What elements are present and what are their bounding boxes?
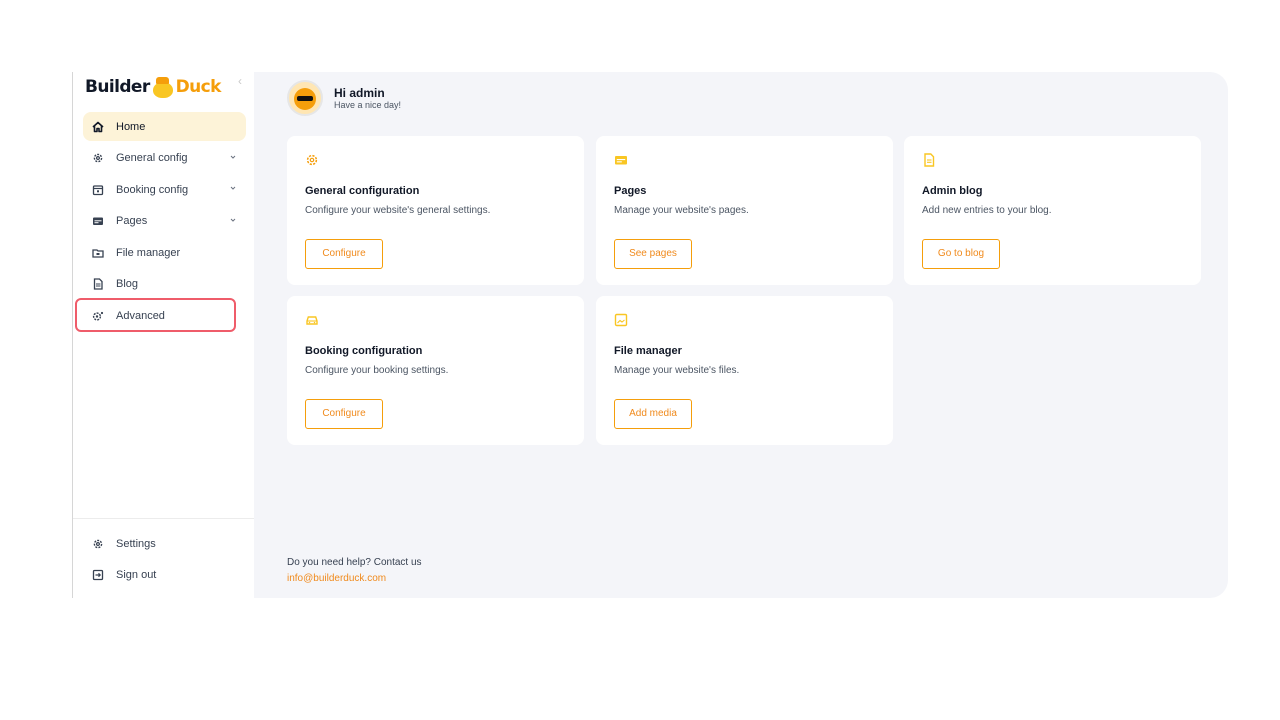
card-pages: Pages Manage your website's pages. See p… xyxy=(596,136,893,285)
sidebar-nav: Home General config Booking config Pages… xyxy=(83,112,246,333)
sidebar: Builder Duck ‹ Home General config Booki… xyxy=(72,72,255,598)
chevron-down-icon[interactable] xyxy=(228,152,238,162)
card-title: File manager xyxy=(614,345,682,357)
image-icon xyxy=(614,313,628,327)
card-booking-configuration: Booking configuration Configure your boo… xyxy=(287,296,584,445)
sign-out-icon xyxy=(91,568,105,582)
sidebar-item-blog[interactable]: Blog xyxy=(83,270,246,299)
avatar[interactable] xyxy=(287,80,323,116)
main-content: Hi admin Have a nice day! General config… xyxy=(254,72,1228,598)
card-description: Manage your website's files. xyxy=(614,365,740,376)
collapse-sidebar-icon[interactable]: ‹ xyxy=(233,74,247,88)
gear-icon xyxy=(91,151,105,165)
card-description: Add new entries to your blog. xyxy=(922,205,1052,216)
chevron-down-icon[interactable] xyxy=(228,183,238,193)
gear-icon xyxy=(306,154,318,166)
sidebar-item-pages[interactable]: Pages xyxy=(83,207,246,236)
configure-button[interactable]: Configure xyxy=(305,239,383,269)
sidebar-item-label: General config xyxy=(116,152,188,164)
advanced-gear-icon xyxy=(91,309,105,323)
sidebar-item-settings[interactable]: Settings xyxy=(83,529,246,558)
card-description: Configure your website's general setting… xyxy=(305,205,491,216)
duck-logo-icon xyxy=(151,76,175,98)
document-icon xyxy=(91,277,105,291)
sidebar-item-home[interactable]: Home xyxy=(83,112,246,141)
card-title: Admin blog xyxy=(922,185,983,197)
go-to-blog-button[interactable]: Go to blog xyxy=(922,239,1000,269)
brand-name-part2: Duck xyxy=(175,77,222,97)
help-text: Do you need help? Contact us xyxy=(287,557,422,568)
brand-logo[interactable]: Builder Duck xyxy=(85,72,221,102)
car-icon xyxy=(306,316,318,325)
card-description: Manage your website's pages. xyxy=(614,205,749,216)
card-file-manager: File manager Manage your website's files… xyxy=(596,296,893,445)
pages-icon xyxy=(91,214,105,228)
sidebar-item-label: File manager xyxy=(116,246,181,259)
card-general-configuration: General configuration Configure your web… xyxy=(287,136,584,285)
sidebar-divider xyxy=(73,518,255,519)
sidebar-item-label: Settings xyxy=(116,537,156,550)
sidebar-item-booking-config[interactable]: Booking config xyxy=(83,175,246,204)
card-description: Configure your booking settings. xyxy=(305,365,449,376)
app-window: Builder Duck ‹ Home General config Booki… xyxy=(72,72,1228,598)
sidebar-item-label: Advanced xyxy=(116,309,165,322)
sidebar-item-file-manager[interactable]: File manager xyxy=(83,238,246,267)
pages-icon xyxy=(615,156,627,165)
card-title: General configuration xyxy=(305,185,420,197)
folder-icon xyxy=(91,246,105,260)
sidebar-item-label: Sign out xyxy=(116,569,157,581)
document-icon xyxy=(924,153,935,167)
card-title: Pages xyxy=(614,185,647,197)
sidebar-item-label: Pages xyxy=(116,215,148,227)
sidebar-item-label: Blog xyxy=(116,278,139,290)
calendar-icon xyxy=(91,183,105,197)
sidebar-item-general-config[interactable]: General config xyxy=(83,144,246,173)
greeting-subtitle: Have a nice day! xyxy=(334,100,402,110)
greeting-title: Hi admin xyxy=(334,86,385,100)
card-title: Booking configuration xyxy=(305,345,423,357)
gear-icon xyxy=(91,537,105,551)
sidebar-item-label: Home xyxy=(116,120,146,133)
sidebar-bottom-nav: Settings Sign out xyxy=(83,529,246,592)
home-icon xyxy=(91,120,105,134)
sidebar-item-advanced[interactable]: Advanced xyxy=(83,301,246,330)
card-admin-blog: Admin blog Add new entries to your blog.… xyxy=(904,136,1201,285)
brand-name-part1: Builder xyxy=(85,77,150,97)
sidebar-item-sign-out[interactable]: Sign out xyxy=(83,561,246,590)
chevron-down-icon[interactable] xyxy=(228,215,238,225)
configure-button[interactable]: Configure xyxy=(305,399,383,429)
add-media-button[interactable]: Add media xyxy=(614,399,692,429)
greeting: Hi admin Have a nice day! xyxy=(287,80,401,116)
sidebar-item-label: Booking config xyxy=(116,183,189,196)
help-email-link[interactable]: info@builderduck.com xyxy=(287,573,386,584)
see-pages-button[interactable]: See pages xyxy=(614,239,692,269)
